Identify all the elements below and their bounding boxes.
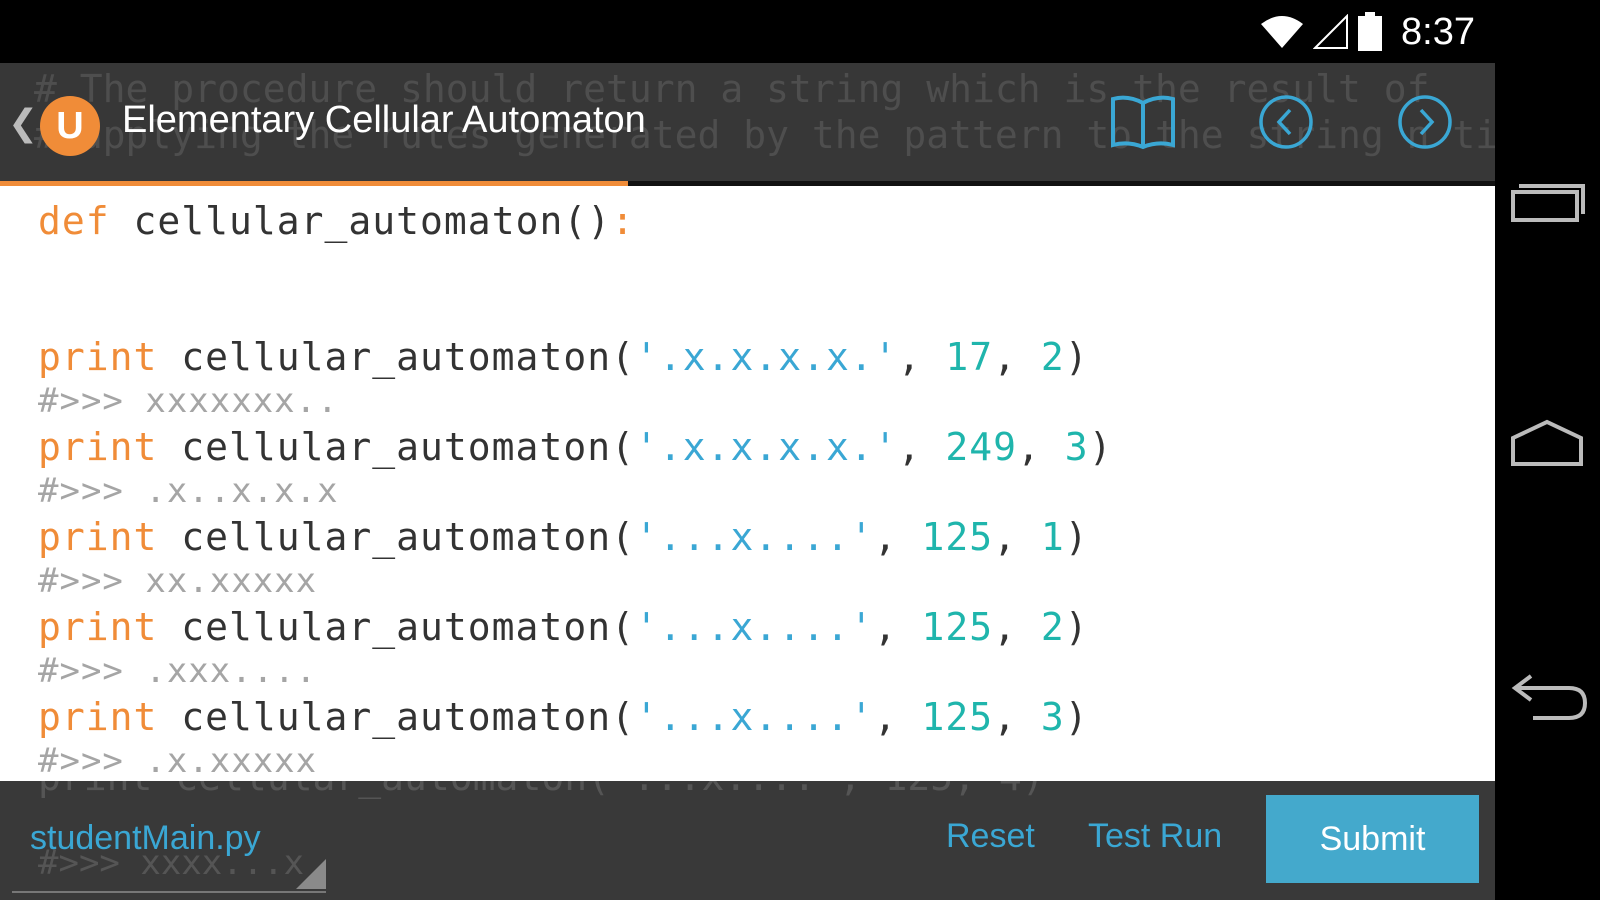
arg-number: 1 (1040, 515, 1065, 559)
code-line-print[interactable]: print cellular_automaton('.x.x.x.x.', 24… (38, 425, 1113, 469)
comma: , (993, 695, 1041, 739)
code-editor[interactable]: def cellular_automaton(): print cellular… (0, 63, 1495, 900)
ghost-arg-string: '...x....' (610, 781, 839, 799)
function-name: cellular_automaton( (157, 695, 635, 739)
colon: : (611, 199, 635, 243)
page-title: Elementary Cellular Automaton (122, 99, 646, 141)
code-line-def[interactable]: def cellular_automaton(): (38, 199, 635, 243)
comma: , (873, 515, 922, 559)
code-line-print[interactable]: print cellular_automaton('...x....', 125… (38, 605, 1089, 649)
code-line-print[interactable]: print cellular_automaton('.x.x.x.x.', 17… (38, 335, 1089, 379)
ghost-print-keyword: print (38, 781, 152, 799)
ghost-close-paren: ) (1022, 781, 1045, 799)
app-content: def cellular_automaton(): print cellular… (0, 63, 1495, 900)
wifi-icon (1261, 16, 1304, 48)
close-paren: ) (1064, 695, 1089, 739)
print-keyword: print (38, 335, 158, 379)
status-icons: 8:37 (1259, 8, 1475, 56)
function-name: cellular_automaton( (157, 515, 635, 559)
arg-string: '...x....' (634, 605, 874, 649)
recent-apps-icon[interactable] (1509, 176, 1585, 224)
file-selector[interactable]: studentMain.py (30, 819, 261, 858)
comma: , (1017, 425, 1065, 469)
bottom-toolbar: print cellular_automaton('...x....', 125… (0, 781, 1495, 900)
clock: 8:37 (1401, 10, 1475, 53)
ghost-arg-number: 125 (885, 781, 954, 799)
code-line-result-comment[interactable]: #>>> .x.xxxxx (38, 741, 317, 781)
close-paren: ) (1064, 605, 1089, 649)
progress-fill (0, 181, 628, 186)
ghost-comma: , (953, 781, 999, 799)
code-line-print[interactable]: print cellular_automaton('...x....', 125… (38, 695, 1089, 739)
comma: , (993, 605, 1041, 649)
print-keyword: print (38, 515, 158, 559)
progress-bar (0, 181, 1495, 186)
arg-number: 3 (1064, 425, 1089, 469)
previous-arrow-icon[interactable] (1257, 93, 1315, 151)
code-line-print[interactable]: print cellular_automaton('...x....', 125… (38, 515, 1089, 559)
arg-number: 3 (1040, 695, 1065, 739)
status-bar: 8:37 (0, 0, 1495, 63)
comma: , (993, 335, 1041, 379)
comma: , (873, 695, 922, 739)
arg-number: 2 (1040, 605, 1065, 649)
print-keyword: print (38, 425, 158, 469)
arg-string: '...x....' (634, 695, 874, 739)
arg-number: 125 (921, 695, 994, 739)
close-paren: ) (1088, 425, 1113, 469)
function-name: cellular_automaton( (157, 605, 635, 649)
arg-number: 125 (921, 515, 994, 559)
submit-button[interactable]: Submit (1266, 795, 1479, 883)
app-logo[interactable]: U (40, 96, 100, 156)
arg-string: '.x.x.x.x.' (634, 335, 898, 379)
arg-number: 2 (1040, 335, 1065, 379)
comma: , (993, 515, 1041, 559)
ghost-arg-number: 4 (999, 781, 1022, 799)
cell-signal-icon (1313, 14, 1349, 49)
battery-icon (1358, 12, 1383, 51)
comma: , (897, 425, 946, 469)
ghost-code-line: print cellular_automaton('...x....', 125… (38, 781, 1045, 799)
code-line-result-comment[interactable]: #>>> xx.xxxxx (38, 561, 317, 601)
function-name: cellular_automaton( (157, 335, 635, 379)
book-icon[interactable] (1110, 93, 1176, 151)
print-keyword: print (38, 605, 158, 649)
ghost-function-name: cellular_automaton( (152, 781, 610, 799)
ghost-comma: , (839, 781, 885, 799)
comma: , (897, 335, 946, 379)
arg-string: '...x....' (634, 515, 874, 559)
system-nav-bar (1495, 0, 1600, 900)
arg-string: '.x.x.x.x.' (634, 425, 898, 469)
arg-number: 125 (921, 605, 994, 649)
arg-number: 17 (945, 335, 994, 379)
keyword-def: def (38, 199, 110, 243)
comma: , (873, 605, 922, 649)
app-header: # The procedure should return a string w… (0, 63, 1495, 186)
print-keyword: print (38, 695, 158, 739)
back-chevron-icon[interactable]: ❮ (8, 103, 38, 144)
home-icon[interactable] (1509, 418, 1585, 468)
reset-button[interactable]: Reset (946, 817, 1035, 856)
function-name: cellular_automaton( (157, 425, 635, 469)
function-signature: cellular_automaton() (109, 199, 612, 243)
next-arrow-icon[interactable] (1396, 93, 1454, 151)
arg-number: 249 (945, 425, 1018, 469)
close-paren: ) (1064, 515, 1089, 559)
close-paren: ) (1064, 335, 1089, 379)
back-icon[interactable] (1509, 672, 1589, 722)
file-selector-underline (12, 891, 326, 893)
code-line-result-comment[interactable]: #>>> xxxxxxx.. (38, 381, 339, 421)
code-line-result-comment[interactable]: #>>> .x..x.x.x (38, 471, 339, 511)
test-run-button[interactable]: Test Run (1088, 817, 1222, 856)
dropdown-corner-icon (296, 859, 326, 889)
code-line-result-comment[interactable]: #>>> .xxx.... (38, 651, 317, 691)
